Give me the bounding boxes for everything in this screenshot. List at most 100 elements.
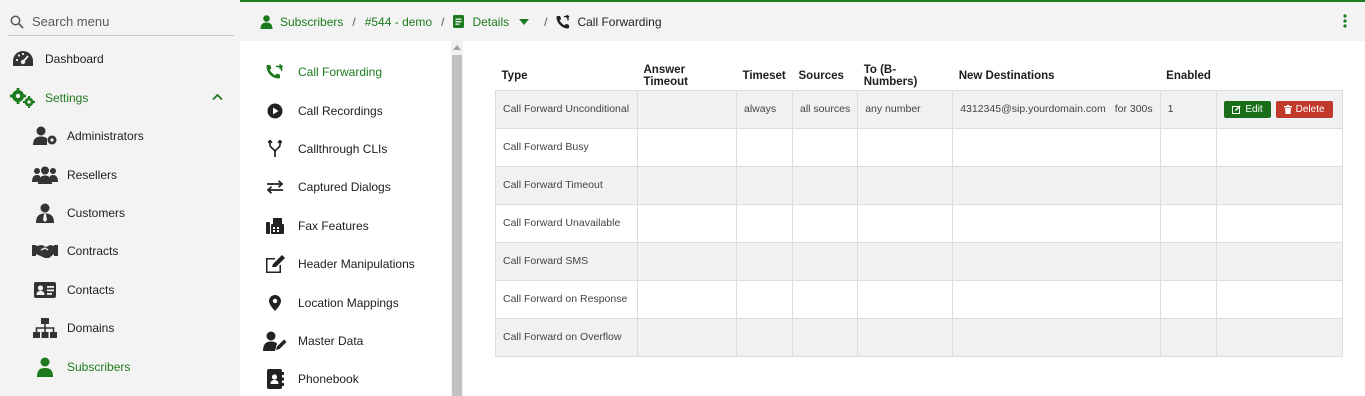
cell-actions — [1216, 127, 1344, 167]
user-tie-icon — [32, 203, 58, 223]
cell-actions — [1216, 241, 1344, 281]
play-circle-icon — [262, 103, 288, 119]
menu-item-label: Callthrough CLIs — [298, 142, 388, 156]
cell-timeset — [736, 203, 793, 243]
chevron-up-icon[interactable] — [212, 93, 223, 101]
table-row[interactable]: Call Forward SMS — [495, 241, 1344, 281]
sidebar-item-label: Resellers — [67, 168, 118, 182]
scroll-up-arrow-icon[interactable] — [453, 45, 461, 50]
menu-item-callthrough-clis[interactable]: Callthrough CLIs — [240, 134, 452, 164]
breadcrumb-subscriber-link[interactable]: #544 - demo — [365, 15, 432, 29]
cell-enabled — [1159, 127, 1218, 167]
column-header-to: To (B-Numbers) — [863, 63, 918, 88]
sidebar-item-resellers[interactable]: Resellers — [0, 160, 240, 190]
menu-item-label: Location Mappings — [298, 296, 399, 310]
sidebar-item-contracts[interactable]: Contracts — [0, 236, 240, 266]
table-header-row: Type Answer Timeout Timeset Sources To (… — [496, 62, 1343, 90]
sidebar: Search menu Dashboard Settings Administr… — [0, 0, 240, 396]
menu-item-master-data[interactable]: Master Data — [240, 326, 452, 356]
phone-forward-icon — [262, 64, 288, 80]
sidebar-item-label: Administrators — [67, 129, 144, 143]
cell-sources: all sources — [791, 89, 859, 129]
table-row[interactable]: Call Forward Unconditional always all so… — [495, 89, 1344, 129]
search-input[interactable]: Search menu — [32, 14, 109, 29]
cell-new-destinations — [952, 241, 1161, 281]
menu-item-captured-dialogs[interactable]: Captured Dialogs — [240, 172, 452, 202]
swap-arrows-icon — [262, 180, 288, 194]
table-row[interactable]: Call Forward Busy — [495, 127, 1344, 167]
sidebar-item-label: Subscribers — [67, 360, 131, 374]
details-dropdown[interactable]: Details — [453, 14, 530, 29]
cell-timeset — [736, 317, 793, 357]
sidebar-item-customers[interactable]: Customers — [0, 198, 240, 228]
document-icon — [453, 15, 465, 28]
table-row[interactable]: Call Forward on Overflow — [495, 317, 1344, 357]
cell-type: Call Forward on Response — [495, 279, 638, 319]
column-header-answer-timeout: Answer Timeout — [643, 63, 689, 88]
cell-new-destinations — [952, 203, 1161, 243]
delete-button[interactable]: Delete — [1275, 100, 1333, 118]
address-card-icon — [32, 281, 58, 299]
user-edit-icon — [262, 331, 288, 351]
menu-item-call-recordings[interactable]: Call Recordings — [240, 96, 452, 126]
edit-button[interactable]: Edit — [1224, 100, 1271, 118]
cell-type: Call Forward Unconditional — [495, 89, 638, 129]
menu-item-label: Call Forwarding — [298, 65, 383, 79]
gears-icon — [10, 88, 36, 108]
cell-answer-timeout — [637, 89, 737, 129]
sidebar-item-administrators[interactable]: Administrators — [0, 121, 240, 151]
breadcrumb-current: Call Forwarding — [577, 14, 662, 29]
edit-icon — [262, 254, 288, 274]
cell-answer-timeout — [637, 165, 737, 205]
cell-new-destinations — [952, 317, 1161, 357]
cell-actions — [1216, 279, 1344, 319]
sidebar-item-dashboard[interactable]: Dashboard — [0, 44, 240, 74]
menu-item-fax-features[interactable]: Fax Features — [240, 211, 452, 241]
sidebar-item-settings[interactable]: Settings — [0, 83, 240, 113]
main-content: Type Answer Timeout Timeset Sources To (… — [463, 41, 1365, 396]
call-forwarding-table: Type Answer Timeout Timeset Sources To (… — [495, 62, 1344, 357]
sidebar-item-label: Contracts — [67, 244, 119, 258]
table-row[interactable]: Call Forward Unavailable — [495, 203, 1344, 243]
sidebar-item-label: Domains — [67, 321, 115, 335]
menu-item-phonebook[interactable]: Phonebook — [240, 364, 452, 394]
sidebar-item-domains[interactable]: Domains — [0, 313, 240, 343]
sidebar-item-contacts[interactable]: Contacts — [0, 275, 240, 305]
cell-answer-timeout — [637, 241, 737, 281]
cell-new-destinations — [952, 165, 1161, 205]
cell-enabled — [1159, 241, 1218, 281]
sidebar-item-subscribers[interactable]: Subscribers — [0, 352, 240, 382]
search-menu[interactable]: Search menu — [8, 8, 234, 36]
column-header-timeset: Timeset — [742, 69, 786, 82]
table-row[interactable]: Call Forward Timeout — [495, 165, 1344, 205]
more-vert-icon[interactable] — [1343, 14, 1347, 28]
scrollbar-thumb[interactable] — [452, 55, 462, 396]
menu-item-call-forwarding[interactable]: Call Forwarding — [240, 57, 452, 87]
breadcrumb-details-label: Details — [472, 14, 510, 29]
cell-to — [857, 279, 954, 319]
menu-item-label: Captured Dialogs — [298, 180, 391, 194]
cell-sources — [791, 279, 859, 319]
cell-timeset: always — [736, 89, 793, 129]
sidebar-item-label: Contacts — [67, 283, 115, 297]
breadcrumb-separator: / — [544, 14, 548, 29]
breadcrumb-separator: / — [441, 14, 445, 29]
cell-enabled: 1 — [1159, 89, 1218, 129]
cell-sources — [791, 165, 859, 205]
contact-book-icon — [262, 369, 288, 389]
sidebar-item-label: Dashboard — [45, 52, 104, 66]
cell-answer-timeout — [637, 279, 737, 319]
breadcrumb-subscribers-link[interactable]: Subscribers — [280, 15, 343, 29]
cell-timeset — [736, 241, 793, 281]
cell-answer-timeout — [637, 317, 737, 357]
cell-new-destinations — [952, 127, 1161, 167]
menu-item-header-manipulations[interactable]: Header Manipulations — [240, 249, 452, 279]
menu-item-label: Master Data — [298, 334, 364, 348]
menu-item-location-mappings[interactable]: Location Mappings — [240, 288, 452, 318]
top-bar: Subscribers / #544 - demo / Details / Ca… — [240, 0, 1365, 41]
details-menu-scrollbar[interactable] — [451, 41, 463, 396]
table-row[interactable]: Call Forward on Response — [495, 279, 1344, 319]
menu-item-label: Header Manipulations — [298, 257, 415, 271]
cell-enabled — [1159, 279, 1218, 319]
user-icon — [32, 357, 58, 377]
